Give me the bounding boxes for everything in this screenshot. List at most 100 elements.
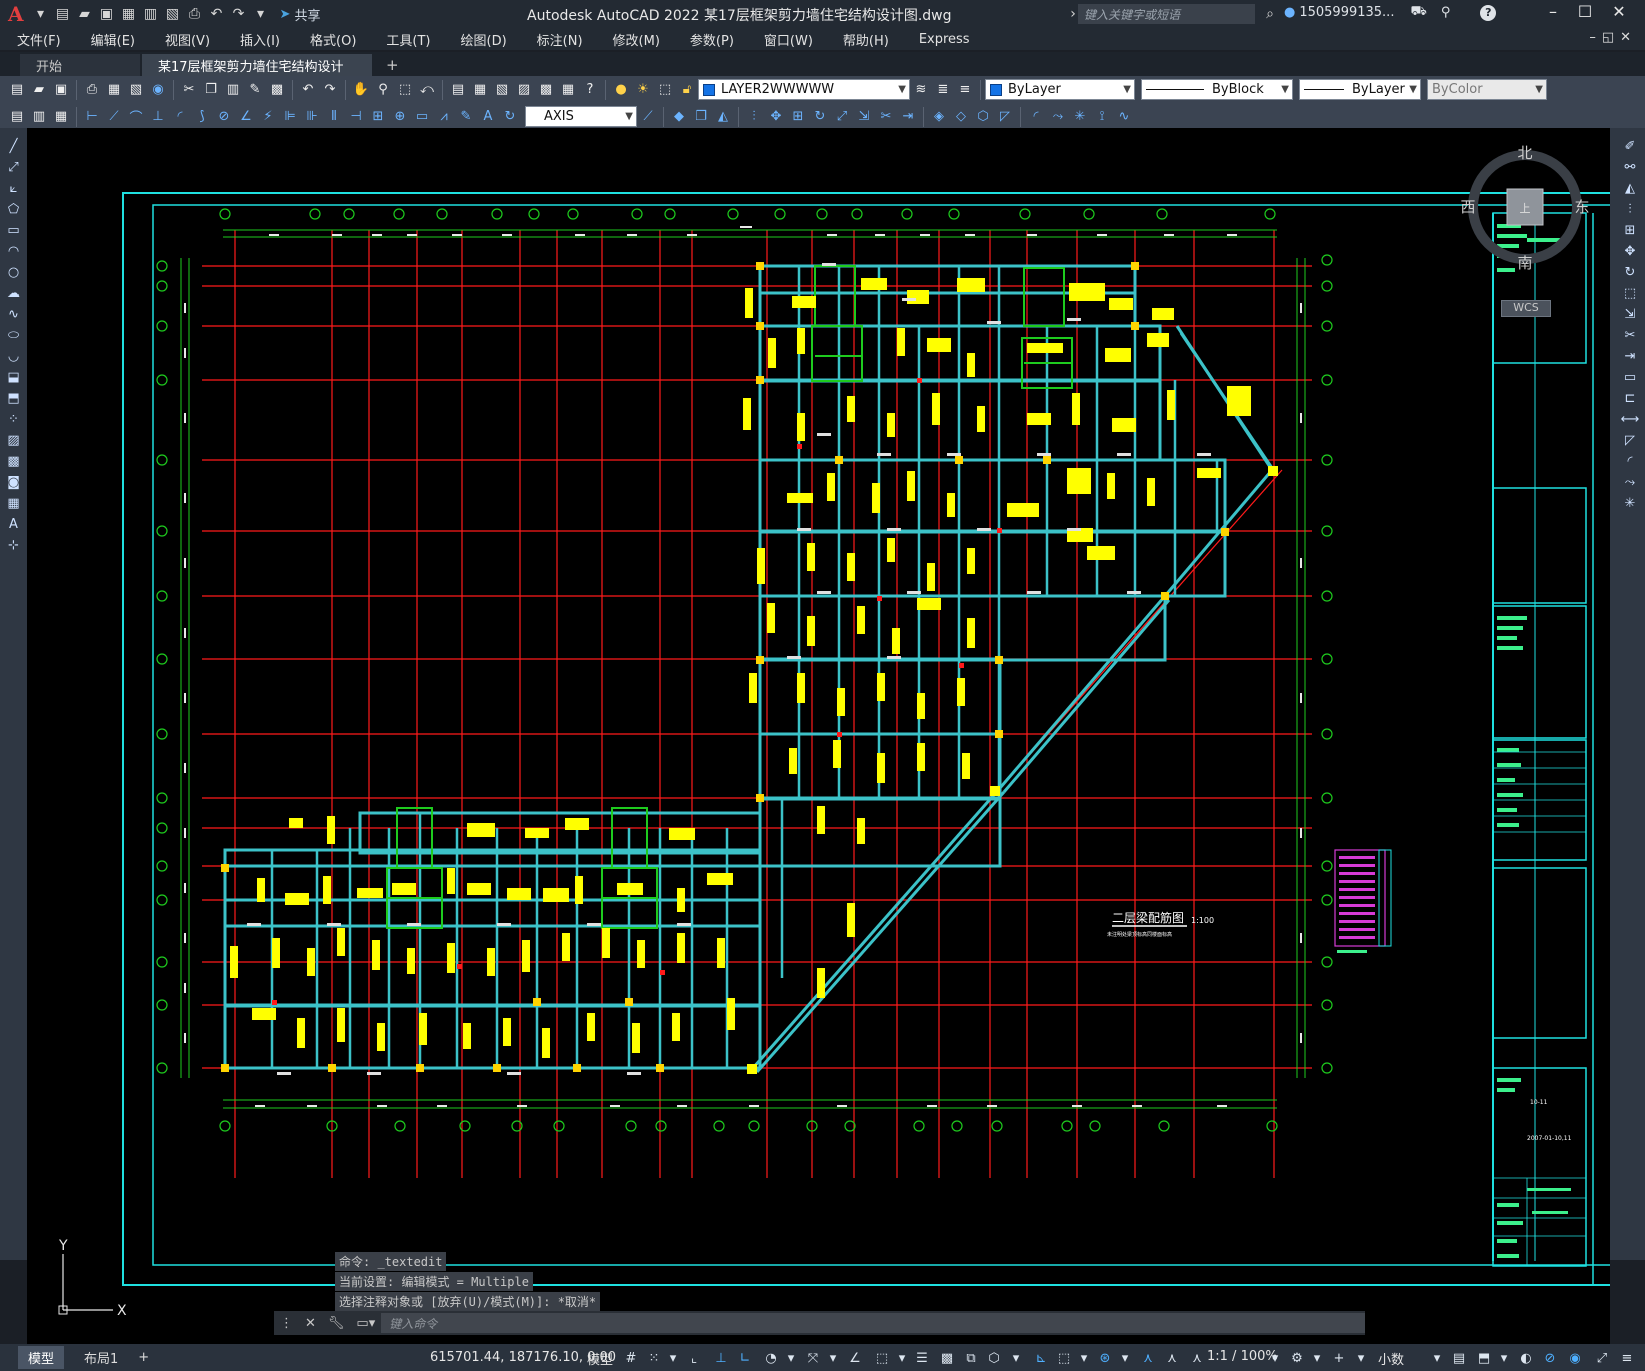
layer-match-icon[interactable]: ▥	[29, 107, 49, 127]
layer-properties-icon[interactable]: ≋	[911, 80, 931, 100]
ellipse-arc-icon[interactable]: ◡	[0, 346, 27, 367]
chevron-down-icon[interactable]: ▾	[1308, 1349, 1326, 1367]
calculator-icon[interactable]: ▦	[558, 80, 578, 100]
menu-modify[interactable]: 修改(M)	[596, 30, 673, 49]
workspace-gear-icon[interactable]: ⚙	[1288, 1349, 1306, 1367]
dropdown-arrow-icon[interactable]: ▾	[30, 3, 52, 25]
offset-right-icon[interactable]: ⫶	[1618, 199, 1642, 220]
block-editor-icon[interactable]: ▩	[267, 80, 287, 100]
viewcube[interactable]: 上 北 南 东 西	[1460, 142, 1590, 272]
cart-icon[interactable]: ⛟	[1410, 4, 1426, 21]
make-block-icon[interactable]: ⬒	[0, 388, 27, 409]
match-properties-icon[interactable]: ✎	[245, 80, 265, 100]
autocad-logo-button[interactable]: A	[8, 2, 24, 26]
selection-cycling-icon[interactable]: ⧉	[962, 1349, 980, 1367]
menu-express[interactable]: Express	[902, 32, 983, 47]
infer-constraints-icon[interactable]: ⌞	[685, 1349, 703, 1367]
lineweight-icon[interactable]: ☰	[913, 1349, 931, 1367]
undo-icon[interactable]: ↶	[298, 80, 318, 100]
layer-dropdown[interactable]: LAYER2WWWWW ▼	[698, 79, 910, 100]
copy-right-icon[interactable]: ⚯	[1618, 157, 1642, 178]
make-object-layer-current-icon[interactable]: ≣	[933, 80, 953, 100]
gizmo-icon[interactable]: ⊛	[1096, 1349, 1114, 1367]
menu-tools[interactable]: 工具(T)	[369, 30, 443, 49]
markup-icon[interactable]: ▩	[536, 80, 556, 100]
rectangle-icon[interactable]: ▭	[0, 220, 27, 241]
arc-icon[interactable]: ◠	[0, 241, 27, 262]
share-button[interactable]: ➤ 共享	[280, 5, 321, 24]
scale-right-icon[interactable]: ⬚	[1618, 283, 1642, 304]
drawing-canvas[interactable]: 二层梁配筋图 1:100 未注明处梁顶标高同楼面标高 10-11 2007-01…	[27, 128, 1610, 1344]
model-space-button[interactable]: 模型	[587, 1349, 613, 1368]
erase-right-icon[interactable]: ✐	[1618, 136, 1642, 157]
chevron-down-icon[interactable]: ▾	[1007, 1349, 1025, 1367]
radius-dimension-icon[interactable]: ◜	[170, 107, 190, 127]
help-icon[interactable]: ?	[1480, 4, 1497, 21]
properties-icon[interactable]: ▤	[448, 80, 468, 100]
minimize-button[interactable]: –	[1540, 2, 1566, 26]
linear-dimension-icon[interactable]: ⊢	[82, 107, 102, 127]
add-layout-icon[interactable]: +	[128, 1348, 159, 1367]
grid-icon[interactable]: #	[622, 1349, 640, 1367]
color-dropdown[interactable]: ByLayer ▼	[985, 79, 1135, 100]
redo-icon[interactable]: ↷	[320, 80, 340, 100]
inspection-icon[interactable]: ▭	[412, 107, 432, 127]
save-as-icon[interactable]: ▦	[118, 3, 140, 25]
units-value[interactable]: 小数	[1378, 1349, 1404, 1368]
menu-help[interactable]: 帮助(H)	[826, 30, 902, 49]
blend-curves-icon[interactable]: ⤳	[1048, 107, 1068, 127]
gradient-icon[interactable]: ▩	[0, 451, 27, 472]
3d-osnap-icon[interactable]: ⬡	[985, 1349, 1003, 1367]
chevron-down-icon[interactable]: ▾	[824, 1349, 842, 1367]
dimension-style-icon[interactable]: ⟋	[638, 107, 658, 127]
chevron-down-icon[interactable]: ▾	[1116, 1349, 1134, 1367]
tab-start[interactable]: 开始	[20, 54, 140, 76]
wrench-icon[interactable]: 🔧︎	[328, 1316, 345, 1331]
graphics-performance-icon[interactable]: ⊘	[1541, 1349, 1559, 1367]
chevron-down-icon[interactable]: ▾	[782, 1349, 800, 1367]
polyline-icon[interactable]: ⟀	[0, 178, 27, 199]
linetype-dropdown[interactable]: ByBlock ▼	[1141, 79, 1293, 100]
menu-window[interactable]: 窗口(W)	[747, 30, 826, 49]
menu-draw[interactable]: 绘图(D)	[444, 30, 520, 49]
dynamic-ucs-icon[interactable]: ⊾	[1032, 1349, 1050, 1367]
chevron-down-icon[interactable]: ▾	[1495, 1349, 1513, 1367]
center-mark-icon[interactable]: ⊕	[390, 107, 410, 127]
edit-polyline-icon[interactable]: ⟟	[1092, 107, 1112, 127]
paste-icon[interactable]: ▥	[223, 80, 243, 100]
tab-drawing[interactable]: 某17层框架剪力墙住宅结构设计图*	[142, 54, 372, 94]
plotstyle-dropdown[interactable]: ByColor ▼	[1427, 79, 1547, 100]
stretch-icon[interactable]: ⇲	[854, 107, 874, 127]
menu-edit[interactable]: 编辑(E)	[74, 30, 148, 49]
layer-on-bulb-icon[interactable]: ●	[611, 80, 631, 100]
table-icon[interactable]: ▦	[0, 493, 27, 514]
save-icon[interactable]: ▣	[51, 80, 71, 100]
array-right-icon[interactable]: ⊞	[1618, 220, 1642, 241]
baseline-dimension-icon[interactable]: ⊫	[280, 107, 300, 127]
cut-icon[interactable]: ✂	[179, 80, 199, 100]
dimension-break-icon[interactable]: ⊣	[346, 107, 366, 127]
aligned-dimension-icon[interactable]: ⟋	[104, 107, 124, 127]
object-snap-tracking-icon[interactable]: ∠	[846, 1349, 864, 1367]
explode-icon[interactable]: ✳	[1070, 107, 1090, 127]
chevron-down-icon[interactable]: ▾	[664, 1349, 682, 1367]
maximize-button[interactable]: ☐	[1572, 2, 1598, 26]
web-mobile-save-icon[interactable]: ▧	[162, 3, 184, 25]
dimstyle-dropdown[interactable]: AXIS ▼	[525, 106, 637, 127]
design-center-icon[interactable]: ◉	[148, 80, 168, 100]
document-window-controls[interactable]: –◱✕	[1589, 30, 1637, 45]
snap-icon[interactable]: ⁙	[645, 1349, 663, 1367]
arc-length-icon[interactable]: ⌒	[126, 107, 146, 127]
point-icon[interactable]: ⁘	[0, 409, 27, 430]
search-icon[interactable]: ⌕	[1259, 3, 1281, 25]
tab-model[interactable]: 模型	[18, 1346, 65, 1369]
design-center-panel-icon[interactable]: ▦	[470, 80, 490, 100]
menu-format[interactable]: 格式(O)	[293, 30, 369, 49]
new-tab-plus-icon[interactable]: +	[374, 54, 411, 76]
auto-scale-icon[interactable]: ⋏	[1163, 1349, 1181, 1367]
search-input[interactable]: 键入关键字或短语	[1078, 4, 1255, 24]
lineweight-dropdown[interactable]: ByLayer ▼	[1299, 79, 1421, 100]
tab-layout1[interactable]: 布局1	[74, 1346, 128, 1369]
sheet-set-icon[interactable]: ▨	[514, 80, 534, 100]
rotate-right-icon[interactable]: ↻	[1618, 262, 1642, 283]
